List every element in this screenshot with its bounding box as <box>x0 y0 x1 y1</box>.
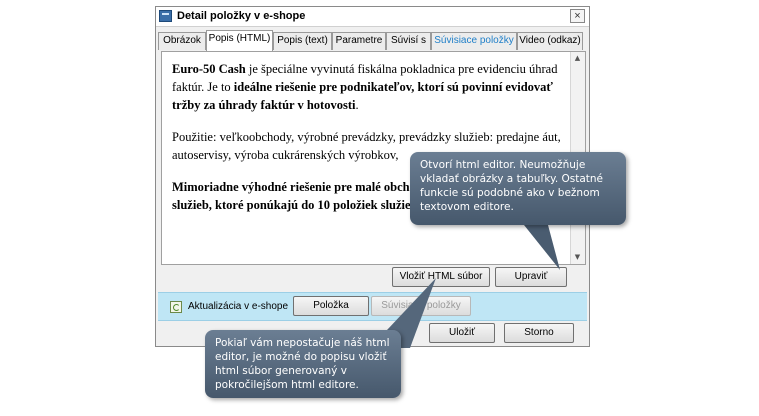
editor-hint-callout: Otvorí html editor. Neumožňuje vkladať o… <box>410 152 626 225</box>
tab-video-link[interactable]: Video (odkaz) <box>517 32 583 50</box>
intro-end: . <box>355 98 359 112</box>
tab-description-text[interactable]: Popis (text) <box>273 32 332 50</box>
cancel-button[interactable]: Storno <box>504 323 574 343</box>
window-app-icon <box>159 10 172 22</box>
scroll-up-icon[interactable]: ▲ <box>572 53 583 64</box>
title-bar: Detail položky v e-shope × <box>156 7 589 27</box>
tab-related-items[interactable]: Súvisiace položky <box>431 32 517 50</box>
tab-parameters[interactable]: Parametre <box>332 32 386 50</box>
scroll-down-icon[interactable]: ▼ <box>572 252 583 263</box>
tab-image[interactable]: Obrázok <box>158 32 206 50</box>
window-title: Detail položky v e-shope <box>177 10 306 22</box>
product-name: Euro-50 Cash <box>172 62 246 76</box>
paragraph-intro: Euro-50 Cash je špeciálne vyvinutá fiská… <box>172 60 567 114</box>
insert-hint-callout: Pokiaľ vám nepostačuje náš html editor, … <box>205 330 401 398</box>
close-button[interactable]: × <box>570 9 585 23</box>
tab-related-to[interactable]: Súvisí s <box>386 32 431 50</box>
tab-description-html[interactable]: Popis (HTML) <box>206 30 273 51</box>
refresh-icon <box>170 301 182 313</box>
item-button[interactable]: Položka <box>293 296 369 316</box>
eshope-update-label: Aktualizácia v e-shope <box>188 301 289 312</box>
